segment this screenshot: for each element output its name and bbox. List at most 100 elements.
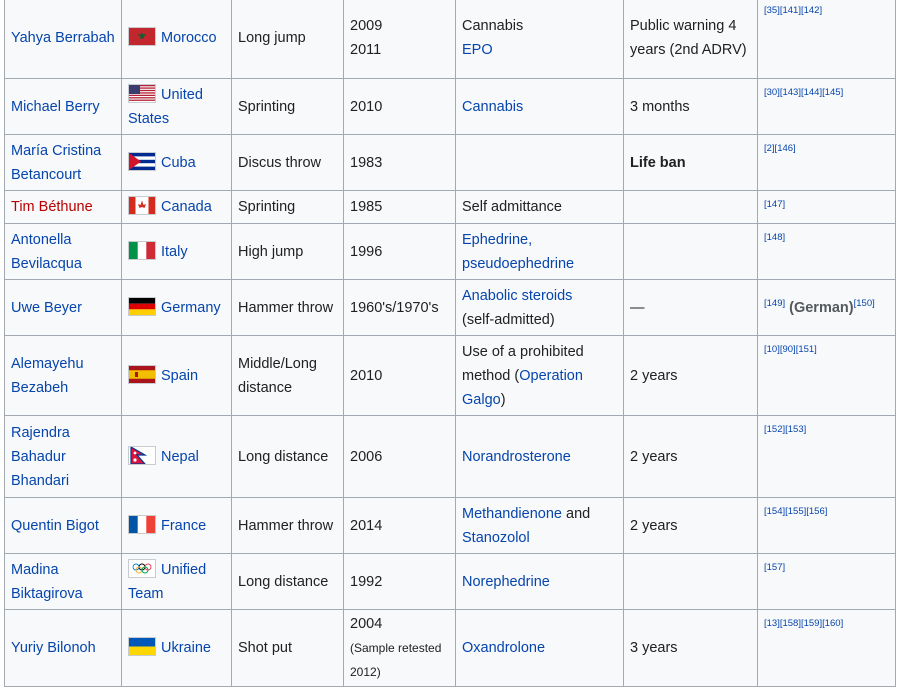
penalty-cell: 2 years — [623, 335, 758, 416]
reference-links[interactable]: [157] — [764, 562, 785, 573]
country-link[interactable]: France — [161, 518, 206, 534]
athlete-link[interactable]: Rajendra Bahadur Bhandari — [11, 425, 70, 489]
year-cell: 2004 (Sample retested 2012) — [343, 609, 456, 687]
year-cell: 2010 — [343, 335, 456, 416]
penalty-value: 3 months — [630, 98, 690, 115]
year-cell: 1985 — [343, 190, 456, 224]
references-cell: [154][155][156] — [757, 497, 896, 554]
year-value: 2010 — [350, 98, 383, 115]
substance-link[interactable]: EPO — [462, 42, 493, 58]
table-row: Antonella Bevilacqua Italy High jump 1996 Ep… — [4, 223, 896, 280]
country-link[interactable]: Cuba — [161, 155, 196, 171]
year-cell: 1992 — [343, 553, 456, 610]
athlete-cell: Michael Berry — [4, 78, 122, 135]
reference-links[interactable]: [10][90][151] — [764, 344, 817, 355]
event-cell: Sprinting — [231, 190, 344, 224]
year-value: 2004 — [350, 616, 383, 632]
reference-links[interactable]: [150] — [854, 298, 875, 309]
event-cell: Long distance — [231, 415, 344, 498]
athlete-link[interactable]: Quentin Bigot — [11, 518, 99, 534]
substance-link[interactable]: Norephedrine — [462, 574, 550, 590]
country-cell: Ukraine — [121, 609, 232, 687]
athlete-link[interactable]: Michael Berry — [11, 99, 100, 115]
athlete-link[interactable]: Tim Béthune — [11, 199, 93, 215]
reference-links[interactable]: [147] — [764, 199, 785, 210]
reference-links[interactable]: [152][153] — [764, 424, 806, 435]
reference-links[interactable]: [13][158][159][160] — [764, 618, 843, 629]
year-value: 2010 — [350, 367, 383, 384]
country-link[interactable]: Italy — [161, 244, 188, 260]
substance-cell: Norephedrine — [455, 553, 624, 610]
table-row: Michael Berry United States Sprinting 2010 C… — [4, 78, 896, 135]
substance-cell: Anabolic steroids (self-admitted) — [455, 279, 624, 336]
country-cell: Cuba — [121, 134, 232, 191]
year-cell: 2010 — [343, 78, 456, 135]
country-cell: Unified Team — [121, 553, 232, 610]
event-cell: High jump — [231, 223, 344, 280]
penalty-value: Life ban — [630, 154, 686, 171]
year-value: 2014 — [350, 517, 383, 534]
athlete-link[interactable]: Alemayehu Bezabeh — [11, 356, 84, 396]
country-link[interactable]: Germany — [161, 300, 221, 316]
references-cell: [35][141][142] — [757, 0, 896, 79]
athlete-link[interactable]: Antonella Bevilacqua — [11, 232, 82, 272]
country-cell: Nepal — [121, 415, 232, 498]
athlete-link[interactable]: María Cristina Betancourt — [11, 143, 101, 183]
athlete-cell: Alemayehu Bezabeh — [4, 335, 122, 416]
year-value: 1996 — [350, 243, 383, 260]
substance-link[interactable]: Methandienone — [462, 506, 562, 522]
references-cell: [10][90][151] — [757, 335, 896, 416]
penalty-value: 2 years — [630, 517, 678, 534]
reference-links[interactable]: [35][141][142] — [764, 5, 822, 16]
penalty-value: 2 years — [630, 367, 678, 384]
reference-links[interactable]: [154][155][156] — [764, 506, 827, 517]
table-row: María Cristina Betancourt Cuba Discus thro… — [4, 134, 896, 191]
substance-link[interactable]: Stanozolol — [462, 530, 530, 546]
italy-flag-icon — [128, 240, 156, 260]
penalty-value: 2 years — [630, 448, 678, 465]
year-value: 2011 — [350, 41, 382, 58]
country-link[interactable]: Ukraine — [161, 640, 211, 656]
penalty-cell: — — [623, 279, 758, 336]
reference-links[interactable]: [148] — [764, 232, 785, 243]
athlete-cell: Uwe Beyer — [4, 279, 122, 336]
country-cell: Canada — [121, 190, 232, 224]
country-link[interactable]: Morocco — [161, 30, 217, 46]
references-cell: [157] — [757, 553, 896, 610]
canada-flag-icon — [128, 196, 156, 215]
penalty-cell — [623, 553, 758, 610]
country-link[interactable]: Spain — [161, 368, 198, 384]
reference-links[interactable]: [149] — [764, 298, 785, 309]
substance-link[interactable]: Anabolic steroids — [462, 288, 572, 304]
references-cell: [152][153] — [757, 415, 896, 498]
athlete-cell: Madina Biktagirova — [4, 553, 122, 610]
penalty-value: 3 years — [630, 640, 678, 656]
substance-link[interactable]: Cannabis — [462, 99, 523, 115]
event-cell: Discus throw — [231, 134, 344, 191]
country-cell: France — [121, 497, 232, 554]
athlete-link[interactable]: Yuriy Bilonoh — [11, 640, 96, 656]
references-cell: [147] — [757, 190, 896, 224]
event-cell: Long distance — [231, 553, 344, 610]
country-link[interactable]: Nepal — [161, 449, 199, 465]
substance-link[interactable]: Norandrosterone — [462, 449, 571, 465]
penalty-cell: 3 years — [623, 609, 758, 687]
nepal-flag-icon — [128, 445, 156, 465]
year-value: 1983 — [350, 154, 383, 171]
substance-text: (self-admitted) — [462, 311, 555, 328]
substance-link[interactable]: Ephedrine, pseudoephedrine — [462, 232, 574, 272]
table-row: Yuriy Bilonoh Ukraine Shot put 2004 (Sample … — [4, 609, 896, 687]
substance-cell — [455, 134, 624, 191]
country-cell: Italy — [121, 223, 232, 280]
country-link[interactable]: Canada — [161, 199, 212, 215]
year-cell: 1983 — [343, 134, 456, 191]
athlete-cell: Yahya Berrabah — [4, 0, 122, 79]
substance-link[interactable]: Oxandrolone — [462, 640, 545, 656]
table-row: Alemayehu Bezabeh Spain Middle/Long distan… — [4, 335, 896, 416]
reference-links[interactable]: [2][146] — [764, 143, 796, 154]
athlete-link[interactable]: Uwe Beyer — [11, 300, 82, 316]
substance-cell: Ephedrine, pseudoephedrine — [455, 223, 624, 280]
athlete-link[interactable]: Madina Biktagirova — [11, 562, 83, 602]
athlete-link[interactable]: Yahya Berrabah — [11, 30, 115, 46]
reference-links[interactable]: [30][143][144][145] — [764, 87, 843, 98]
